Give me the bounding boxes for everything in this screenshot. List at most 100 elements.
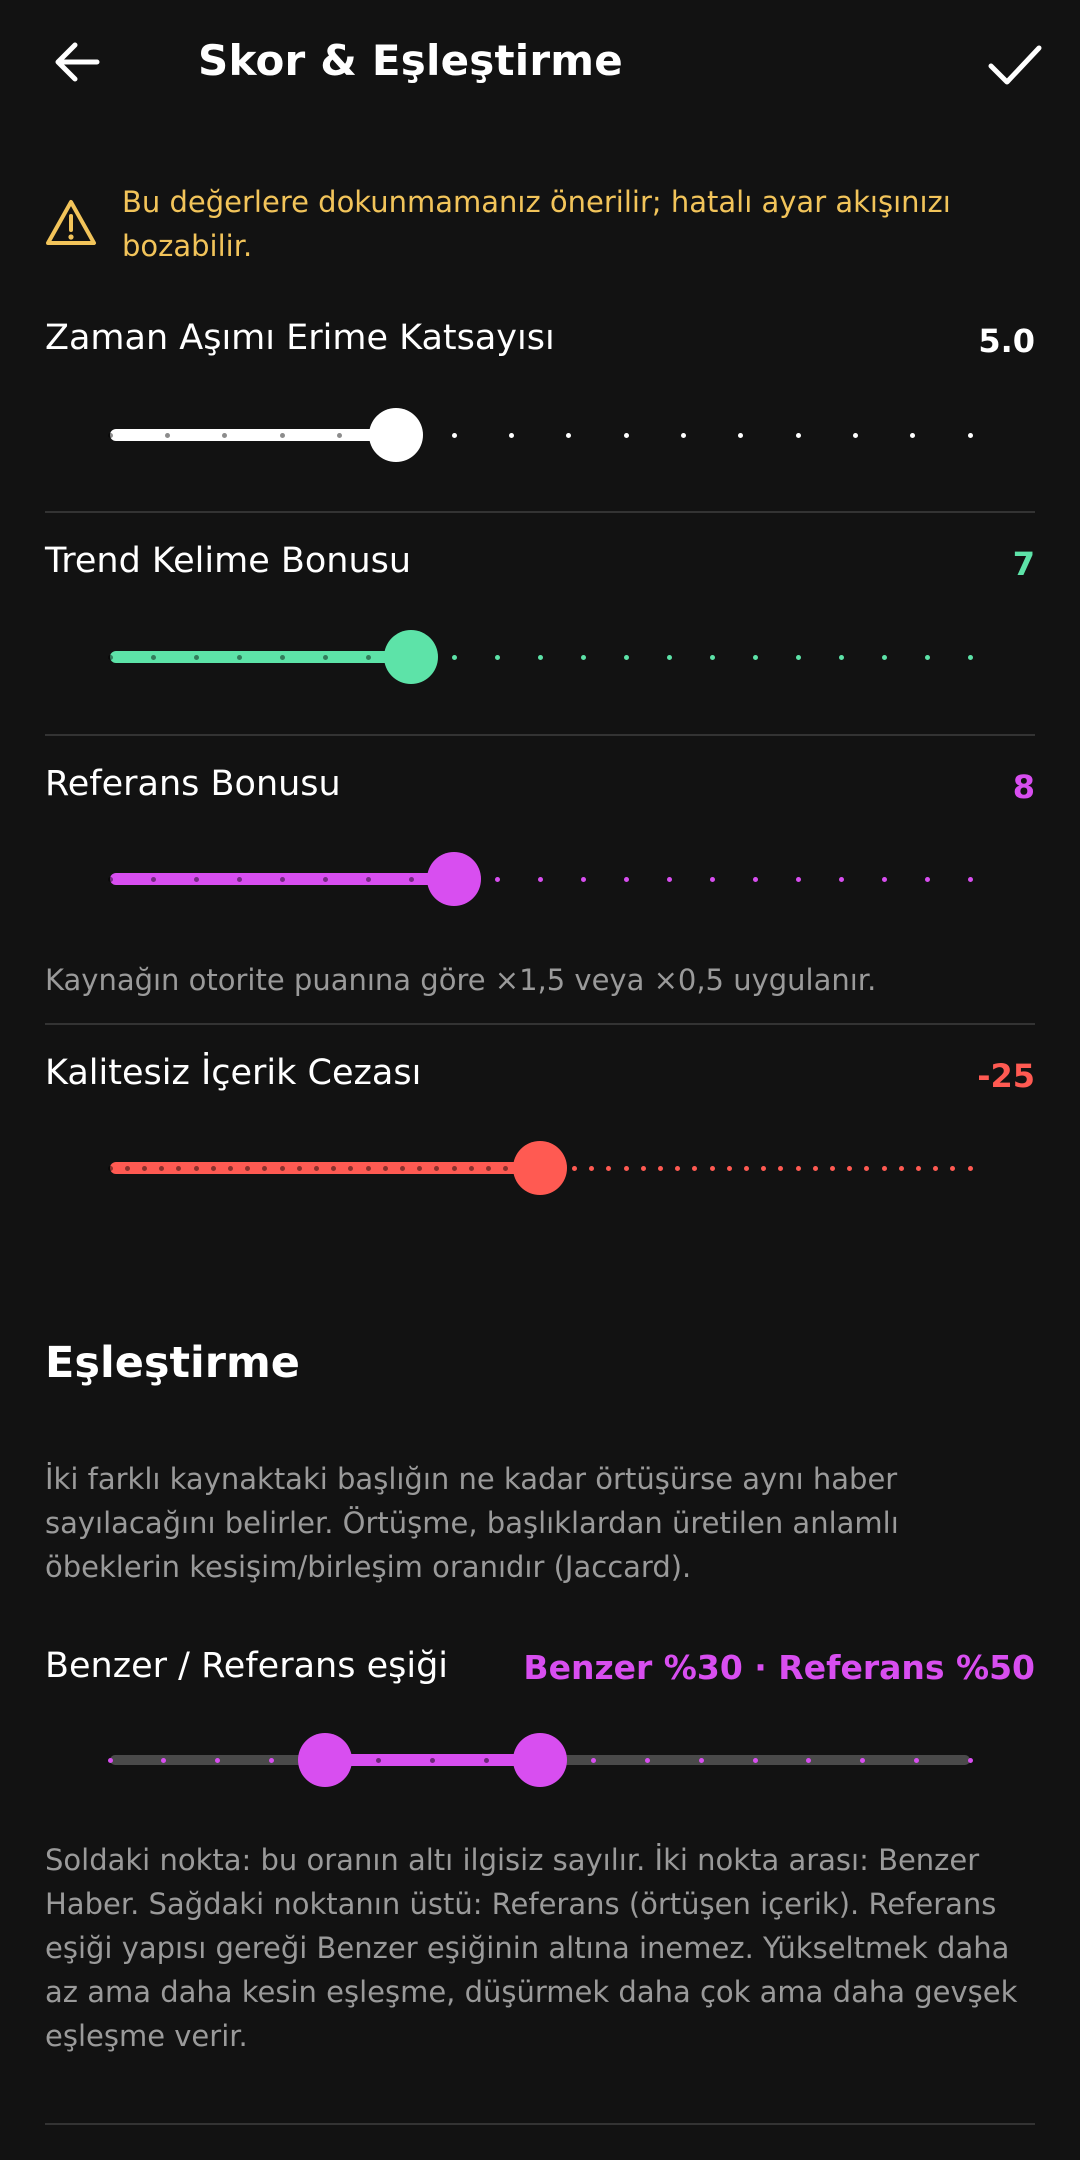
warning-triangle-icon — [46, 200, 96, 245]
slider-step-dot — [967, 433, 973, 438]
slider-step-dot — [336, 433, 342, 438]
slider-thumb[interactable] — [384, 630, 438, 684]
slider-step-dot — [680, 433, 686, 438]
slider-step-dot — [726, 1166, 732, 1171]
divider — [45, 1023, 1035, 1025]
slider-step-dot — [838, 877, 844, 882]
matching-description: İki farklı kaynaktaki başlığın ne kadar … — [45, 1462, 899, 1584]
slider-step-dot — [829, 1166, 835, 1171]
slider-thumb[interactable] — [427, 852, 481, 906]
matching-section-heading: Eşleştirme — [45, 1338, 300, 1388]
slider-active-track — [110, 1162, 540, 1174]
range-thumb-high[interactable] — [513, 1733, 567, 1787]
trend-bonus-value: 7 — [1012, 545, 1035, 583]
save-button[interactable] — [980, 30, 1050, 100]
slider-active-track — [110, 429, 397, 441]
range-step-dot — [215, 1758, 220, 1763]
slider-step-dot — [778, 1166, 784, 1171]
slider-step-dot — [623, 655, 629, 660]
slider-step-dot — [279, 877, 285, 882]
slider-step-dot — [709, 1166, 715, 1171]
divider — [45, 734, 1035, 736]
slider-step-dot — [236, 877, 242, 882]
range-step-dot — [752, 1758, 758, 1763]
slider-step-dot — [580, 877, 586, 882]
slider-step-dot — [752, 655, 758, 660]
slider-step-dot — [743, 1166, 749, 1171]
slider-step-dot — [279, 655, 285, 660]
slider-step-dot — [322, 877, 328, 882]
slider-step-dot — [864, 1166, 870, 1171]
slider-step-dot — [881, 877, 887, 882]
slider-step-dot — [812, 1166, 818, 1171]
back-button[interactable] — [45, 25, 109, 99]
slider-step-dot — [967, 1166, 973, 1171]
threshold-help: Soldaki nokta: bu oranın altı ilgisiz sa… — [45, 1843, 1018, 2053]
slider-step-dot — [795, 877, 801, 882]
slider-step-dot — [408, 877, 414, 882]
slider-step-dot — [322, 655, 328, 660]
app-bar: Skor & Eşleştirme — [0, 0, 1080, 125]
slider-step-dot — [566, 433, 572, 438]
slider-step-dot — [451, 655, 457, 660]
slider-step-dot — [193, 877, 199, 882]
slider-step-dot — [399, 1166, 405, 1171]
range-step-dot — [107, 1758, 113, 1763]
slider-step-dot — [468, 1166, 474, 1171]
slider-step-dot — [107, 433, 113, 438]
slider-step-dot — [761, 1166, 767, 1171]
slider-step-dot — [193, 1166, 199, 1171]
slider-step-dot — [279, 433, 285, 438]
slider-step-dot — [210, 1166, 216, 1171]
slider-step-dot — [580, 655, 586, 660]
slider-step-dot — [640, 1166, 646, 1171]
slider-step-dot — [967, 655, 973, 660]
reference-bonus-label: Referans Bonusu — [45, 764, 341, 804]
slider-step-dot — [150, 877, 156, 882]
slider-step-dot — [451, 433, 457, 438]
slider-step-dot — [451, 1166, 457, 1171]
range-step-dot — [913, 1758, 919, 1763]
slider-thumb[interactable] — [369, 408, 424, 462]
slider-step-dot — [227, 1166, 233, 1171]
slider-step-dot — [795, 655, 801, 660]
slider-step-dot — [847, 1166, 853, 1171]
slider-step-dot — [709, 877, 715, 882]
slider-step-dot — [494, 877, 500, 882]
slider-step-dot — [881, 655, 887, 660]
slider-step-dot — [738, 433, 744, 438]
range-step-dot — [645, 1758, 650, 1763]
threshold-range-slider[interactable] — [107, 1730, 973, 1790]
slider-step-dot — [313, 1166, 319, 1171]
timeout-decay-value: 5.0 — [978, 322, 1035, 360]
timeout-decay-slider[interactable] — [107, 405, 973, 465]
trend-bonus-label: Trend Kelime Bonusu — [45, 541, 412, 581]
trend-bonus-slider[interactable] — [107, 627, 973, 687]
slider-step-dot — [666, 655, 672, 660]
slider-step-dot — [107, 877, 113, 882]
reference-bonus-slider[interactable] — [107, 849, 973, 909]
slider-step-dot — [795, 1166, 801, 1171]
range-step-dot — [698, 1758, 704, 1763]
slider-thumb[interactable] — [513, 1141, 567, 1195]
slider-step-dot — [915, 1166, 921, 1171]
slider-step-dot — [675, 1166, 681, 1171]
slider-step-dot — [924, 655, 930, 660]
slider-step-dot — [838, 655, 844, 660]
slider-step-dot — [365, 877, 371, 882]
slider-step-dot — [589, 1166, 595, 1171]
slider-step-dot — [623, 1166, 629, 1171]
slider-step-dot — [950, 1166, 956, 1171]
slider-step-dot — [485, 1166, 491, 1171]
reference-bonus-value: 8 — [1012, 768, 1035, 806]
slider-step-dot — [852, 433, 858, 438]
low-quality-penalty-slider[interactable] — [107, 1138, 973, 1198]
range-thumb-low[interactable] — [298, 1733, 352, 1787]
slider-step-dot — [910, 433, 916, 438]
range-step-dot — [967, 1758, 973, 1763]
range-step-dot — [483, 1758, 489, 1763]
slider-step-dot — [967, 877, 973, 882]
slider-step-dot — [709, 655, 715, 660]
arrow-left-icon — [55, 42, 100, 82]
slider-step-dot — [623, 877, 629, 882]
